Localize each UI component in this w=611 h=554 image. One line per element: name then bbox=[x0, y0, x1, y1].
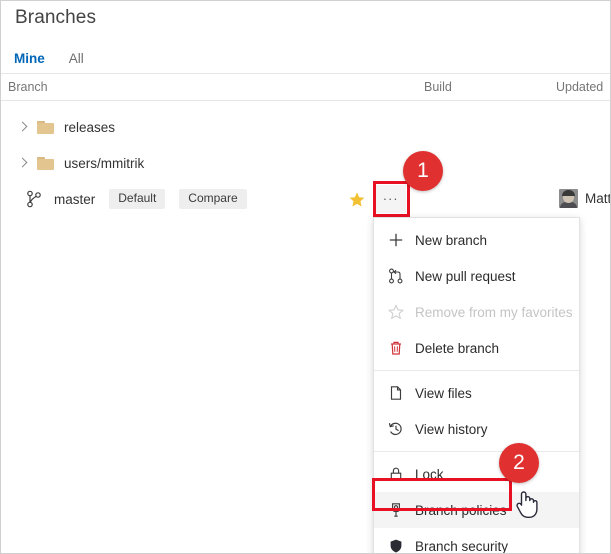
menu-item-label: Branch security bbox=[415, 538, 509, 554]
folder-icon bbox=[37, 156, 54, 170]
menu-item-label: View files bbox=[415, 385, 472, 401]
hand-cursor-icon bbox=[514, 488, 540, 520]
menu-item-label: View history bbox=[415, 421, 488, 437]
policy-icon bbox=[387, 501, 405, 519]
step-badge-2: 2 bbox=[499, 443, 539, 483]
menu-item-delete-branch[interactable]: Delete branch bbox=[374, 330, 579, 366]
chevron-right-icon[interactable] bbox=[17, 121, 29, 133]
menu-item-new-branch[interactable]: New branch bbox=[374, 222, 579, 258]
compare-button[interactable]: Compare bbox=[179, 188, 247, 210]
folder-icon bbox=[37, 120, 54, 134]
menu-item-label: New branch bbox=[415, 232, 488, 248]
ellipsis-icon: ... bbox=[383, 188, 399, 203]
step-badge-1: 1 bbox=[403, 151, 443, 191]
table-row[interactable]: releases bbox=[1, 109, 610, 145]
menu-item-label: New pull request bbox=[415, 268, 516, 284]
tab-mine[interactable]: Mine bbox=[14, 51, 45, 66]
shield-icon bbox=[387, 537, 405, 553]
more-actions-button[interactable]: ... bbox=[376, 185, 406, 213]
star-filled-icon[interactable] bbox=[348, 191, 366, 209]
menu-separator bbox=[374, 451, 579, 452]
table-row[interactable]: users/mmitrik bbox=[1, 145, 610, 181]
menu-item-label: Delete branch bbox=[415, 340, 500, 356]
menu-separator bbox=[374, 370, 579, 371]
menu-item-view-history[interactable]: View history bbox=[374, 411, 579, 447]
tab-all[interactable]: All bbox=[69, 51, 84, 66]
branch-icon bbox=[25, 190, 45, 208]
trash-icon bbox=[387, 339, 405, 357]
branches-page: Branches Mine All Branch Build Updated r… bbox=[0, 0, 611, 554]
menu-item-new-pull-request[interactable]: New pull request bbox=[374, 258, 579, 294]
default-badge[interactable]: Default bbox=[109, 188, 166, 210]
page-title: Branches bbox=[15, 7, 97, 28]
menu-item-view-files[interactable]: View files bbox=[374, 375, 579, 411]
menu-item-label: Lock bbox=[415, 466, 444, 482]
lock-icon bbox=[387, 465, 405, 483]
menu-item-lock[interactable]: Lock bbox=[374, 456, 579, 492]
menu-item-branch-security[interactable]: Branch security bbox=[374, 528, 579, 554]
branch-folder-name: releases bbox=[64, 119, 116, 135]
pivot-tabs: Mine All bbox=[1, 45, 610, 71]
column-header-build: Build bbox=[424, 80, 452, 94]
pull-request-icon bbox=[387, 267, 405, 285]
branch-name: master bbox=[54, 191, 96, 207]
branch-context-menu: New branch New pull request Remove from … bbox=[373, 217, 580, 554]
history-icon bbox=[387, 420, 405, 438]
menu-item-branch-policies[interactable]: Branch policies bbox=[374, 492, 579, 528]
avatar bbox=[559, 189, 578, 208]
table-header: Branch Build Updated bbox=[1, 73, 610, 101]
menu-item-remove-from-favorites: Remove from my favorites bbox=[374, 294, 579, 330]
column-header-branch: Branch bbox=[8, 80, 48, 94]
plus-icon bbox=[387, 231, 405, 249]
file-icon bbox=[387, 384, 405, 402]
menu-item-label: Remove from my favorites bbox=[415, 304, 573, 320]
star-outline-icon bbox=[387, 303, 405, 321]
chevron-right-icon[interactable] bbox=[17, 157, 29, 169]
column-header-updated: Updated bbox=[556, 80, 604, 94]
table-row[interactable]: master Default Compare bbox=[1, 181, 610, 217]
menu-item-label: Branch policies bbox=[415, 502, 507, 518]
author-identity: Matt bbox=[559, 189, 611, 208]
author-name: Matt bbox=[585, 191, 611, 206]
branch-folder-name: users/mmitrik bbox=[64, 155, 145, 171]
